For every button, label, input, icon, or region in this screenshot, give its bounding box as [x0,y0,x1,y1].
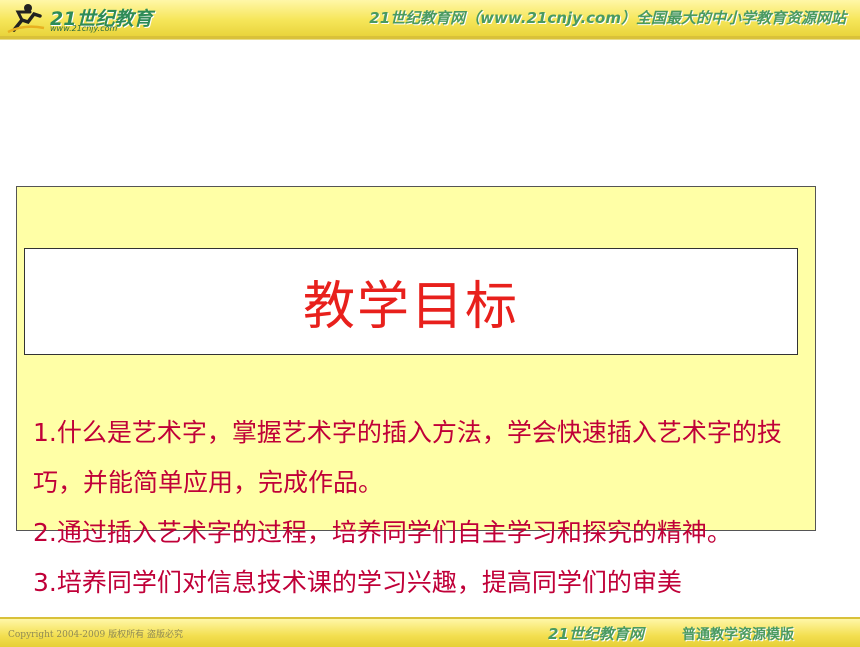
title-box: 教学目标 [24,248,798,355]
logo-url: www.21cnjy.com [50,24,118,33]
slide-title: 教学目标 [302,277,519,337]
footer-template-tag: 普通教学资源模版 [682,627,794,643]
site-banner-text: 21世纪教育网（www.21cnjy.com）全国最大的中小学教育资源网站 [369,9,846,27]
copyright-text: Copyright 2004-2009 版权所有 盗版必究 [8,630,183,640]
objective-item: 3.培养同学们对信息技术课的学习兴趣，提高同学们的审美 [33,568,682,597]
footer-bar: Copyright 2004-2009 版权所有 盗版必究 21世纪教育网 普通… [0,617,860,647]
objectives-list: 1.什么是艺术字，掌握艺术字的插入方法，学会快速插入艺术字的技巧，并能简单应用，… [33,408,793,608]
objective-item: 1.什么是艺术字，掌握艺术字的插入方法，学会快速插入艺术字的技巧，并能简单应用，… [33,418,782,497]
header-divider [0,39,860,40]
footer-brand: 21世纪教育网 [548,625,644,643]
header-banner: 21世纪教育 www.21cnjy.com 21世纪教育网（www.21cnjy… [0,0,860,39]
runner-logo-icon [7,4,45,34]
objective-item: 2.通过插入艺术字的过程，培养同学们自主学习和探究的精神。 [33,518,732,547]
